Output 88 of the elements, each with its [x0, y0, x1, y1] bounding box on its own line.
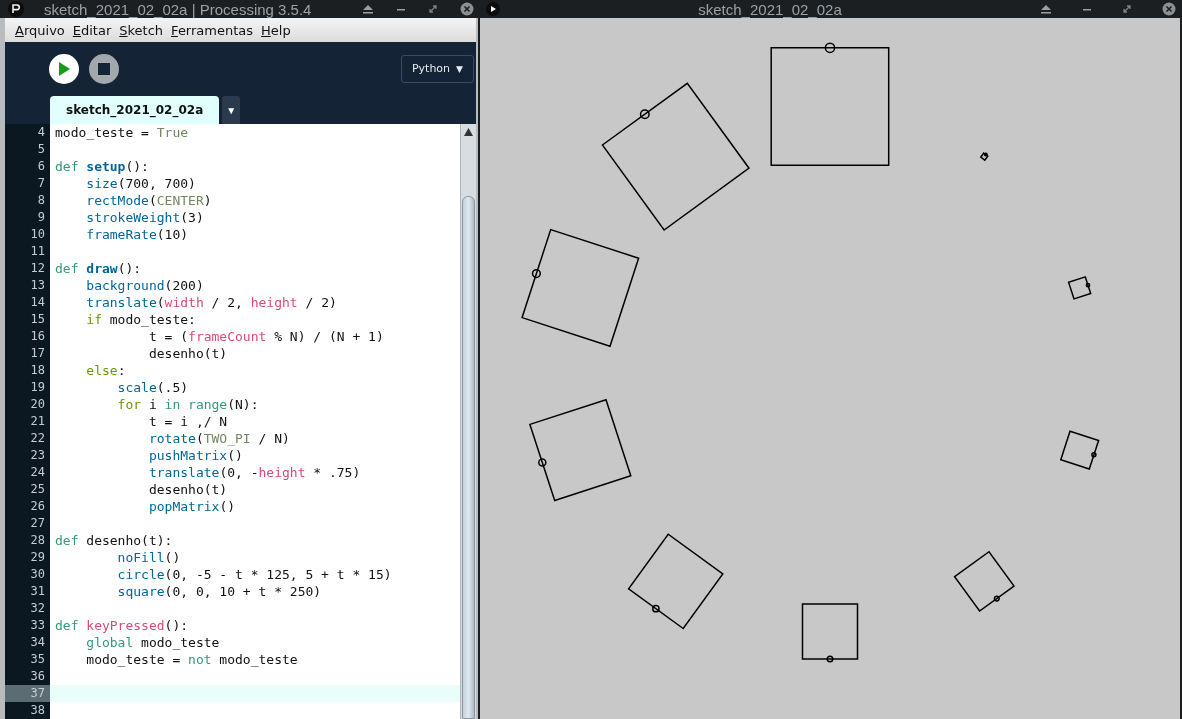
- run-button[interactable]: [49, 53, 79, 84]
- code-line: square(0, 0, 10 + t * 250): [116, 583, 323, 600]
- line-number: 38: [5, 702, 50, 719]
- line-number: 22: [5, 430, 50, 447]
- code-line: def setup():: [54, 158, 150, 175]
- code-line: noFill(): [116, 549, 182, 566]
- line-number: 26: [5, 498, 50, 515]
- line-number: 31: [5, 583, 50, 600]
- play-icon: [58, 61, 70, 76]
- line-number: 13: [5, 277, 50, 294]
- code-line: rotate(TWO_PI / N): [147, 430, 291, 447]
- code-line: else:: [85, 362, 127, 379]
- code-line: desenho(t): [147, 345, 229, 362]
- line-number: 11: [5, 243, 50, 260]
- line-number: 4: [5, 124, 50, 141]
- stop-button[interactable]: [89, 53, 119, 84]
- code-line: if modo_teste:: [85, 311, 197, 328]
- code-line: t = i ,/ N: [147, 413, 229, 430]
- scrollbar[interactable]: [460, 124, 476, 719]
- stop-icon: [98, 62, 110, 75]
- line-number: 28: [5, 532, 50, 549]
- code-line: def desenho(t):: [54, 532, 174, 549]
- code-line: circle(0, -5 - t * 125, 5 + t * 15): [116, 566, 393, 583]
- code-line: translate(0, -height * .75): [147, 464, 362, 481]
- line-number: 9: [5, 209, 50, 226]
- window-title: sketch_2021_02_02a: [697, 0, 843, 18]
- menu-item[interactable]: Editar: [72, 22, 112, 38]
- line-number: 23: [5, 447, 50, 464]
- line-number: 6: [5, 158, 50, 175]
- sketch-tab[interactable]: sketch_2021_02_02a: [50, 96, 220, 124]
- eject-icon[interactable]: [1040, 4, 1052, 14]
- code-line: global modo_teste: [85, 634, 221, 651]
- code-line: pushMatrix(): [147, 447, 244, 464]
- restore-icon[interactable]: [428, 4, 438, 14]
- line-number: 10: [5, 226, 50, 243]
- line-number: 17: [5, 345, 50, 362]
- line-number: 5: [5, 141, 50, 158]
- line-number: 33: [5, 617, 50, 634]
- line-number: 14: [5, 294, 50, 311]
- code-line: def draw():: [54, 260, 143, 277]
- close-icon[interactable]: [460, 2, 474, 16]
- code-line: size(700, 700): [85, 175, 197, 192]
- tab-menu-button[interactable]: ▼: [222, 96, 241, 124]
- restore-icon[interactable]: [1122, 4, 1132, 14]
- line-number: 20: [5, 396, 50, 413]
- processing-logo-icon: [8, 1, 24, 17]
- line-number: 16: [5, 328, 50, 345]
- play-logo-icon: [486, 2, 500, 16]
- close-icon[interactable]: [1162, 2, 1176, 16]
- code-line: modo_teste = True: [54, 124, 190, 141]
- code-line: translate(width / 2, height / 2): [85, 294, 338, 311]
- window-title: sketch_2021_02_02a | Processing 3.5.4: [44, 0, 313, 18]
- scroll-up-arrow-icon[interactable]: [464, 128, 473, 136]
- line-number: 19: [5, 379, 50, 396]
- code-line: popMatrix(): [147, 498, 237, 515]
- line-number: 15: [5, 311, 50, 328]
- code-line: def keyPressed():: [54, 617, 190, 634]
- code-line: scale(.5): [116, 379, 190, 396]
- line-number: 36: [5, 668, 50, 685]
- line-number: 30: [5, 566, 50, 583]
- code-line: frameRate(10): [85, 226, 190, 243]
- line-number: 7: [5, 175, 50, 192]
- scrollbar-thumb[interactable]: [462, 196, 475, 719]
- line-number: 21: [5, 413, 50, 430]
- line-number: 25: [5, 481, 50, 498]
- line-number: 8: [5, 192, 50, 209]
- line-number: 24: [5, 464, 50, 481]
- mode-selector[interactable]: Python ▼: [400, 54, 474, 83]
- code-line: for i in range(N):: [116, 396, 260, 413]
- menu-item[interactable]: Arquivo: [15, 22, 65, 38]
- line-number: 32: [5, 600, 50, 617]
- code-line: strokeWeight(3): [85, 209, 205, 226]
- menu-item[interactable]: Sketch: [119, 22, 164, 38]
- line-number: 29: [5, 549, 50, 566]
- menu-item[interactable]: Help: [261, 22, 291, 38]
- menu-item[interactable]: Ferramentas: [171, 22, 254, 38]
- line-number: 35: [5, 651, 50, 668]
- line-number: 37: [5, 685, 50, 702]
- line-number: 12: [5, 260, 50, 277]
- line-number: 18: [5, 362, 50, 379]
- code-line: background(200): [85, 277, 205, 294]
- code-line: modo_teste = not modo_teste: [85, 651, 299, 668]
- code-line: desenho(t): [147, 481, 229, 498]
- eject-icon[interactable]: [362, 4, 374, 14]
- code-line: t = (frameCount % N) / (N + 1): [147, 328, 385, 345]
- line-number: 34: [5, 634, 50, 651]
- code-line: rectMode(CENTER): [85, 192, 213, 209]
- line-number: 27: [5, 515, 50, 532]
